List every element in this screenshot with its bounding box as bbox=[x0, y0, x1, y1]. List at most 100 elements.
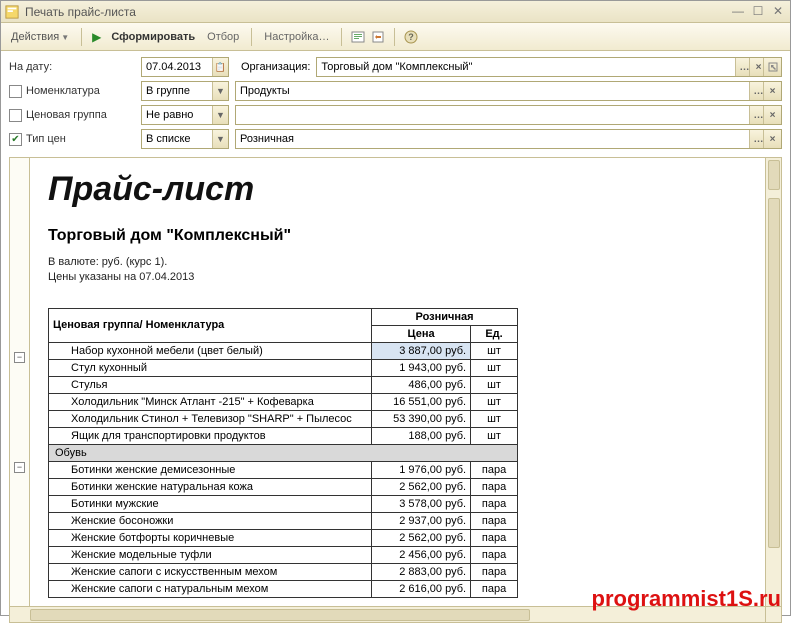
price-cell[interactable]: 2 937,00 руб. bbox=[372, 512, 471, 529]
nomen-checkbox[interactable] bbox=[9, 85, 22, 98]
restore-icon[interactable] bbox=[370, 29, 386, 45]
app-icon bbox=[5, 5, 19, 19]
doc-subtitle: Торговый дом "Комплексный" bbox=[48, 227, 747, 245]
price-cell[interactable]: 2 616,00 руб. bbox=[372, 580, 471, 597]
chevron-down-icon[interactable]: ▼ bbox=[212, 130, 228, 148]
document-viewport[interactable]: Прайс-лист Торговый дом "Комплексный" В … bbox=[30, 158, 765, 606]
price-cell[interactable]: 16 551,00 руб. bbox=[372, 393, 471, 410]
org-label: Организация: bbox=[241, 61, 310, 73]
actions-menu[interactable]: Действия▼ bbox=[7, 29, 73, 45]
separator bbox=[394, 28, 395, 46]
price-cell[interactable]: 1 976,00 руб. bbox=[372, 461, 471, 478]
price-cell[interactable]: 1 943,00 руб. bbox=[372, 359, 471, 376]
table-row[interactable]: Обувь bbox=[49, 444, 518, 461]
nomen-value-field[interactable]: Продукты … × bbox=[235, 81, 782, 101]
price-cell[interactable]: 2 883,00 руб. bbox=[372, 563, 471, 580]
name-cell: Холодильник Стинол + Телевизор "SHARP" +… bbox=[49, 410, 372, 427]
chevron-down-icon[interactable]: ▼ bbox=[212, 106, 228, 124]
table-row[interactable]: Холодильник "Минск Атлант -215" + Кофева… bbox=[49, 393, 518, 410]
price-cell[interactable]: 2 562,00 руб. bbox=[372, 478, 471, 495]
clear-icon[interactable]: × bbox=[763, 82, 781, 100]
price-cell[interactable]: 188,00 руб. bbox=[372, 427, 471, 444]
vertical-scrollbar[interactable] bbox=[765, 158, 781, 606]
price-cell[interactable]: 3 887,00 руб. bbox=[372, 342, 471, 359]
col-group: Ценовая группа/ Номенклатура bbox=[49, 308, 372, 342]
table-row[interactable]: Набор кухонной мебели (цвет белый)3 887,… bbox=[49, 342, 518, 359]
unit-cell: шт bbox=[471, 427, 518, 444]
close-button[interactable]: ✕ bbox=[770, 5, 786, 19]
clear-icon[interactable]: × bbox=[763, 130, 781, 148]
table-row[interactable]: Ботинки женские натуральная кожа2 562,00… bbox=[49, 478, 518, 495]
unit-cell: шт bbox=[471, 342, 518, 359]
unit-cell: шт bbox=[471, 359, 518, 376]
table-row[interactable]: Женские босоножки2 937,00 руб.пара bbox=[49, 512, 518, 529]
nomen-op-combo[interactable]: В группе ▼ bbox=[141, 81, 229, 101]
scroll-thumb[interactable] bbox=[768, 198, 780, 548]
unit-cell: шт bbox=[471, 410, 518, 427]
horizontal-scrollbar[interactable] bbox=[10, 606, 765, 622]
scroll-thumb[interactable] bbox=[768, 160, 780, 190]
open-icon[interactable] bbox=[763, 58, 781, 76]
maximize-button[interactable]: ☐ bbox=[750, 5, 766, 19]
name-cell: Ящик для транспортировки продуктов bbox=[49, 427, 372, 444]
table-row[interactable]: Женские сапоги с искусственным мехом2 88… bbox=[49, 563, 518, 580]
window-title: Печать прайс-листа bbox=[25, 5, 726, 19]
table-row[interactable]: Ботинки мужские3 578,00 руб.пара bbox=[49, 495, 518, 512]
pricegrp-label: Ценовая группа bbox=[26, 109, 107, 121]
outline-collapse-icon[interactable]: − bbox=[14, 462, 25, 473]
help-icon[interactable]: ? bbox=[403, 29, 419, 45]
pricetype-checkbox[interactable]: ✔ bbox=[9, 133, 22, 146]
price-cell[interactable]: 2 456,00 руб. bbox=[372, 546, 471, 563]
unit-cell: пара bbox=[471, 512, 518, 529]
scroll-thumb[interactable] bbox=[30, 609, 530, 621]
date-label: На дату: bbox=[9, 61, 52, 73]
filter-button[interactable]: Отбор bbox=[203, 29, 243, 45]
table-row[interactable]: Стул кухонный1 943,00 руб.шт bbox=[49, 359, 518, 376]
unit-cell: шт bbox=[471, 393, 518, 410]
table-row[interactable]: Женские сапоги с натуральным мехом2 616,… bbox=[49, 580, 518, 597]
settings-button[interactable]: Настройка… bbox=[260, 29, 333, 45]
table-row[interactable]: Ящик для транспортировки продуктов188,00… bbox=[49, 427, 518, 444]
price-cell[interactable]: 53 390,00 руб. bbox=[372, 410, 471, 427]
table-row[interactable]: Женские ботфорты коричневые2 562,00 руб.… bbox=[49, 529, 518, 546]
unit-cell: пара bbox=[471, 563, 518, 580]
table-row[interactable]: Холодильник Стинол + Телевизор "SHARP" +… bbox=[49, 410, 518, 427]
pricetype-value-field[interactable]: Розничная … × bbox=[235, 129, 782, 149]
pricegrp-op-combo[interactable]: Не равно ▼ bbox=[141, 105, 229, 125]
separator bbox=[251, 28, 252, 46]
unit-cell: пара bbox=[471, 580, 518, 597]
unit-cell: пара bbox=[471, 529, 518, 546]
chevron-down-icon[interactable]: ▼ bbox=[212, 82, 228, 100]
pricetype-op-combo[interactable]: В списке ▼ bbox=[141, 129, 229, 149]
table-row[interactable]: Женские модельные туфли2 456,00 руб.пара bbox=[49, 546, 518, 563]
date-field[interactable]: 07.04.2013 📋 bbox=[141, 57, 229, 77]
org-field[interactable]: Торговый дом "Комплексный" … × bbox=[316, 57, 782, 77]
name-cell: Стулья bbox=[49, 376, 372, 393]
run-icon[interactable]: ▶ bbox=[92, 30, 101, 44]
price-table: Ценовая группа/ Номенклатура Розничная Ц… bbox=[48, 308, 518, 598]
minimize-button[interactable]: — bbox=[730, 5, 746, 19]
price-cell[interactable]: 486,00 руб. bbox=[372, 376, 471, 393]
calendar-icon[interactable]: 📋 bbox=[212, 58, 228, 76]
document-area: − − Прайс-лист Торговый дом "Комплексный… bbox=[9, 157, 782, 623]
clear-icon[interactable]: × bbox=[763, 106, 781, 124]
form-button[interactable]: Сформировать bbox=[107, 29, 199, 45]
pricetype-label: Тип цен bbox=[26, 133, 66, 145]
name-cell: Ботинки мужские bbox=[49, 495, 372, 512]
options-icon[interactable] bbox=[350, 29, 366, 45]
pricegrp-value-field[interactable]: … × bbox=[235, 105, 782, 125]
titlebar: Печать прайс-листа — ☐ ✕ bbox=[1, 1, 790, 23]
name-cell: Женские босоножки bbox=[49, 512, 372, 529]
table-row[interactable]: Ботинки женские демисезонные1 976,00 руб… bbox=[49, 461, 518, 478]
outline-collapse-icon[interactable]: − bbox=[14, 352, 25, 363]
pricegrp-checkbox[interactable] bbox=[9, 109, 22, 122]
price-cell[interactable]: 3 578,00 руб. bbox=[372, 495, 471, 512]
doc-title: Прайс-лист bbox=[48, 170, 747, 209]
separator bbox=[81, 28, 82, 46]
name-cell: Женские модельные туфли bbox=[49, 546, 372, 563]
table-row[interactable]: Стулья486,00 руб.шт bbox=[49, 376, 518, 393]
col-pricegroup: Розничная bbox=[372, 308, 518, 325]
unit-cell: шт bbox=[471, 376, 518, 393]
price-cell[interactable]: 2 562,00 руб. bbox=[372, 529, 471, 546]
name-cell: Женские сапоги с искусственным мехом bbox=[49, 563, 372, 580]
